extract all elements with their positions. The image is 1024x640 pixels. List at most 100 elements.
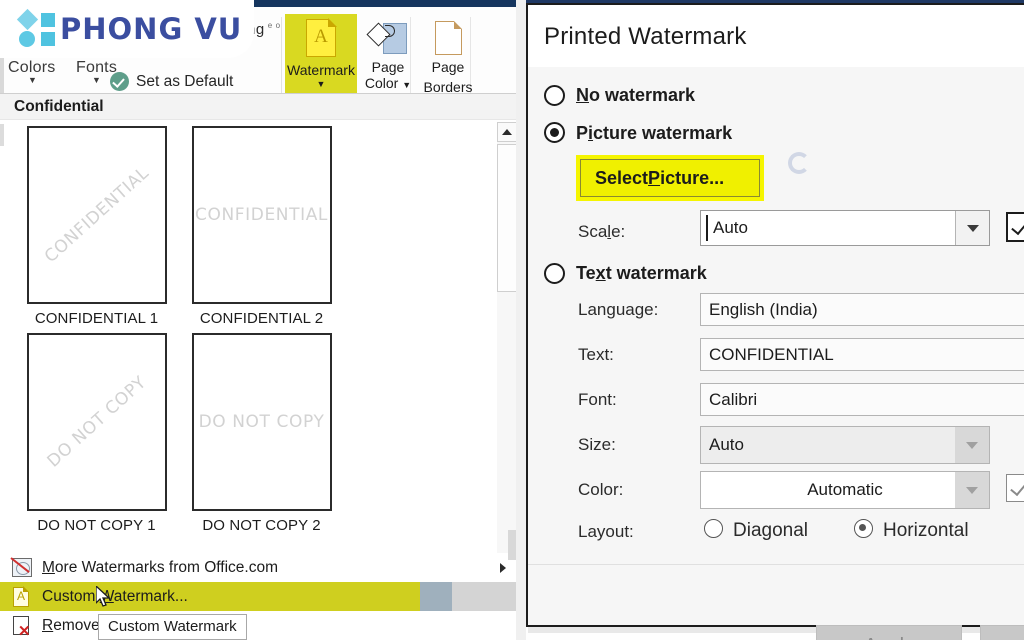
menu-item-remove-watermark[interactable]: ✕ Remove Watermark: [0, 611, 520, 640]
watermark-thumbnail[interactable]: DO NOT COPY DO NOT COPY 2: [179, 333, 344, 534]
thumbnail-caption: CONFIDENTIAL 2: [199, 310, 324, 327]
text-caret: [706, 215, 708, 241]
thumbnail-watermark-text: CONFIDENTIAL: [194, 205, 329, 225]
dialog-edge-button[interactable]: [980, 625, 1024, 640]
set-as-default-button[interactable]: Set as Default: [110, 72, 233, 91]
thumbnail-caption: CONFIDENTIAL 1: [34, 310, 159, 327]
set-as-default-label: Set as Default: [136, 72, 234, 90]
gallery-group-header: Confidential: [0, 94, 519, 120]
gallery-group-title: Confidential: [14, 98, 104, 115]
menu-item-label: More Watermarks from Office.com: [42, 558, 278, 576]
radio-text-watermark[interactable]: [544, 263, 565, 284]
scroll-up-arrow-icon[interactable]: [497, 122, 517, 142]
label-layout: Layout:: [578, 522, 634, 541]
label-picture-watermark: Picture watermark: [576, 123, 733, 143]
thumbnail-watermark-text: DO NOT COPY: [198, 412, 325, 432]
submenu-arrow-icon: [500, 562, 506, 573]
check-icon: [1011, 217, 1024, 236]
page-borders-icon: [434, 20, 462, 55]
menu-item-custom-watermark[interactable]: A Custom Watermark...: [0, 582, 420, 611]
radio-no-watermark[interactable]: [544, 85, 565, 106]
scale-value: Auto: [713, 218, 748, 237]
scale-combobox[interactable]: Auto: [700, 210, 990, 246]
check-icon: [1010, 478, 1024, 497]
size-dropdown-arrow-icon[interactable]: [955, 427, 989, 463]
text-combobox[interactable]: CONFIDENTIAL: [700, 338, 1024, 371]
window-title-bar-inner: [243, 0, 526, 7]
font-combobox[interactable]: Calibri: [700, 383, 1024, 416]
thumbnail-page-preview: CONFIDENTIAL: [191, 126, 332, 304]
page-color-button[interactable]: Page Color ▼: [360, 14, 416, 100]
fonts-dropdown-caret-icon[interactable]: ▼: [92, 75, 101, 85]
radio-layout-horizontal[interactable]: [854, 519, 873, 538]
menu-item-more-watermarks[interactable]: More Watermarks from Office.com: [0, 553, 520, 582]
watermark-letter-a-icon: A: [314, 26, 328, 47]
thumbnail-page-preview: CONFIDENTIAL: [26, 126, 167, 304]
watermark-thumbnail-grid: CONFIDENTIAL CONFIDENTIAL 1 CONFIDENTIAL…: [14, 126, 494, 540]
phong-vu-logo-overlay: PHONG VU: [0, 0, 254, 58]
watermark-dropdown-caret-icon[interactable]: ▼: [317, 79, 326, 89]
thumbnail-caption: DO NOT COPY 2: [202, 517, 321, 534]
watermark-button[interactable]: A Watermark ▼: [285, 14, 357, 100]
size-combobox[interactable]: Auto: [700, 426, 990, 464]
label-scale: Scale:: [578, 222, 626, 241]
select-picture-button[interactable]: Select Picture...: [580, 159, 760, 197]
watermark-thumbnail[interactable]: CONFIDENTIAL CONFIDENTIAL 1: [14, 126, 179, 327]
thumbnail-caption: DO NOT COPY 1: [37, 517, 156, 534]
watermark-thumbnail[interactable]: CONFIDENTIAL CONFIDENTIAL 2: [179, 126, 344, 327]
paint-bucket-page-icon: [366, 21, 407, 59]
size-value: Auto: [709, 435, 744, 454]
phong-vu-logo-text: PHONG VU: [60, 12, 243, 46]
check-circle-icon: [110, 72, 129, 91]
color-value: Automatic: [807, 480, 883, 499]
scale-dropdown-arrow-icon[interactable]: [955, 211, 989, 245]
colors-dropdown-caret-icon[interactable]: ▼: [28, 75, 37, 85]
menu-highlight-tail-a: [420, 582, 452, 611]
label-text-watermark: Text watermark: [576, 263, 707, 283]
label-color: Color:: [578, 480, 624, 499]
custom-watermark-page-icon: A: [10, 586, 36, 608]
page-borders-label-line1: Page: [431, 59, 465, 75]
label-font: Font:: [578, 390, 617, 409]
color-dropdown-arrow-icon[interactable]: [955, 472, 989, 508]
semitransparent-checkbox[interactable]: [1006, 474, 1024, 502]
thumbnail-page-preview: DO NOT COPY: [191, 333, 332, 511]
menu-highlight-tail-b: [452, 582, 520, 611]
label-text: Text:: [578, 345, 614, 364]
office-globe-icon: [10, 556, 36, 579]
font-value: Calibri: [709, 389, 758, 409]
thumbnail-watermark-text: DO NOT COPY: [43, 372, 150, 472]
apply-button-label: Apply: [864, 635, 914, 640]
language-value: English (India): [709, 299, 818, 319]
radio-layout-diagonal[interactable]: [704, 519, 723, 538]
phong-vu-logo-mark-icon: [16, 8, 60, 48]
watermark-thumbnail[interactable]: DO NOT COPY DO NOT COPY 1: [14, 333, 179, 534]
tooltip-custom-watermark: Custom Watermark: [98, 614, 247, 640]
dialog-footer-divider: [528, 564, 1024, 565]
thumbnail-watermark-text: CONFIDENTIAL: [40, 163, 153, 267]
dialog-left-gutter: [516, 0, 526, 640]
dialog-title: Printed Watermark: [544, 23, 747, 50]
label-language: Language:: [578, 300, 659, 319]
label-size: Size:: [578, 435, 616, 454]
washout-checkbox[interactable]: [1006, 212, 1024, 242]
page-color-label-line1: Page: [371, 59, 405, 75]
dialog-title-bar: Printed Watermark: [528, 5, 1024, 67]
page-borders-button[interactable]: Page Borders: [418, 14, 478, 100]
watermark-page-icon: A: [306, 18, 337, 57]
remove-watermark-icon: ✕: [10, 615, 36, 639]
label-diagonal: Diagonal: [733, 520, 808, 541]
label-no-watermark: No watermark: [576, 85, 696, 105]
menu-item-label: Custom Watermark...: [42, 587, 188, 605]
radio-picture-watermark[interactable]: [544, 122, 565, 143]
color-combobox[interactable]: Automatic: [700, 471, 990, 509]
watermark-button-label: Watermark: [287, 62, 355, 78]
dialog-body: No watermark Picture watermark Select Pi…: [528, 67, 1024, 640]
gallery-left-tab: [0, 124, 4, 146]
label-horizontal: Horizontal: [883, 520, 969, 541]
apply-button[interactable]: Apply: [816, 625, 962, 640]
language-combobox[interactable]: English (India): [700, 293, 1024, 326]
page-color-label-line2: Color ▼: [364, 75, 412, 91]
scrollbar-thumb[interactable]: [497, 144, 517, 292]
text-value: CONFIDENTIAL: [709, 344, 834, 364]
